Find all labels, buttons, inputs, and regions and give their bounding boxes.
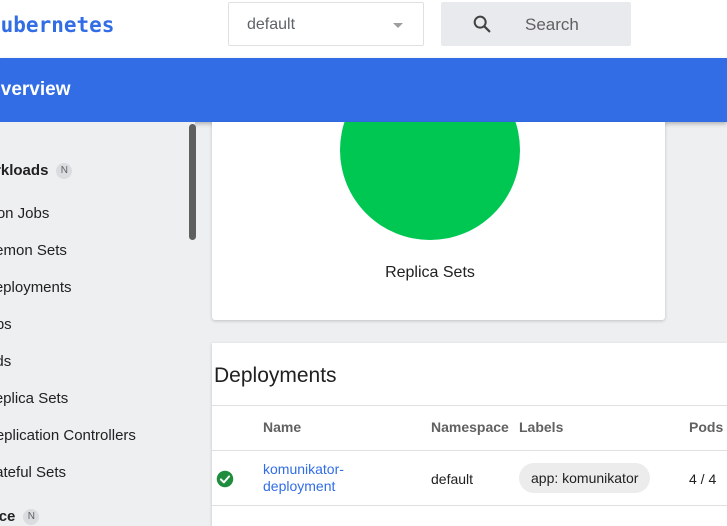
deployment-namespace: default <box>431 471 474 487</box>
label-chip: app: komunikator <box>519 463 651 493</box>
deployment-name-line: komunikator- <box>263 461 344 477</box>
divider <box>212 505 727 506</box>
search-button[interactable]: Search <box>441 2 631 46</box>
divider <box>212 405 727 406</box>
replica-sets-status-card: Replica Sets <box>212 122 665 320</box>
replica-sets-label: Replica Sets <box>385 264 475 281</box>
namespaced-badge: N <box>56 163 73 180</box>
page-title: Overview <box>0 79 71 100</box>
sidebar-item-cron-jobs[interactable]: Cron Jobs <box>0 205 49 222</box>
check-circle-icon <box>216 470 234 488</box>
chevron-down-icon <box>393 23 403 28</box>
sidebar-item-replica-sets[interactable]: Replica Sets <box>0 390 68 407</box>
deployment-name-line: deployment <box>263 478 336 494</box>
namespaced-badge: N <box>23 509 40 526</box>
sidebar-item-jobs[interactable]: Jobs <box>0 316 12 333</box>
deployments-heading: Deployments <box>214 364 337 387</box>
status-pie-chart <box>340 122 520 240</box>
brand-logo-text[interactable]: kubernetes <box>0 13 114 37</box>
deployment-pods: 4 / 4 <box>689 471 717 487</box>
top-bar: kubernetes default Search <box>0 0 727 58</box>
column-header-namespace[interactable]: Namespace <box>431 419 509 435</box>
deployments-card: Deployments Name Namespace Labels Pods k… <box>212 343 727 526</box>
deployment-name-link[interactable]: komunikator- deployment <box>263 461 344 495</box>
sidebar-scrollbar[interactable] <box>189 124 196 240</box>
sidebar-section-workloads[interactable]: Workloads N <box>0 162 73 180</box>
sidebar-item-stateful-sets[interactable]: Stateful Sets <box>0 464 66 481</box>
sidebar-item-daemon-sets[interactable]: Daemon Sets <box>0 242 67 259</box>
divider <box>212 450 727 451</box>
sidebar-section-label: Workloads <box>0 162 49 179</box>
search-icon <box>473 15 491 33</box>
search-label: Search <box>525 15 579 34</box>
sidebar-section-service[interactable]: Service N <box>0 508 40 526</box>
replica-sets-running-slice <box>340 122 520 240</box>
sidebar-item-deployments[interactable]: Deployments <box>0 279 72 296</box>
sidebar-section-label: Service <box>0 508 16 525</box>
column-header-labels: Labels <box>519 419 564 435</box>
namespace-select[interactable]: default <box>228 2 424 46</box>
namespace-select-value: default <box>247 16 296 33</box>
sidebar-item-pods[interactable]: Pods <box>0 353 11 370</box>
column-header-pods[interactable]: Pods <box>689 419 723 435</box>
column-header-name[interactable]: Name <box>263 419 301 435</box>
sidebar: Workloads N Cron Jobs Daemon Sets Deploym… <box>0 122 195 526</box>
page-title-bar: Overview <box>0 58 727 122</box>
sidebar-item-replication-controllers[interactable]: Replication Controllers <box>0 427 136 444</box>
